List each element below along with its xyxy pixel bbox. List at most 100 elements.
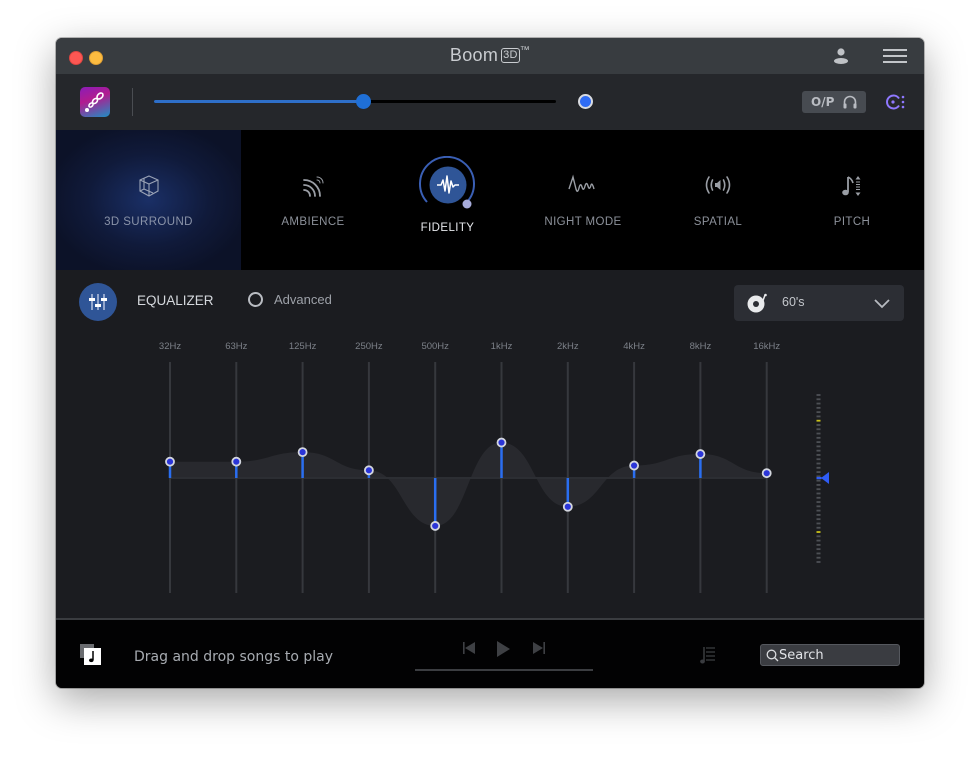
volume-slider-thumb[interactable] bbox=[356, 94, 372, 109]
preamp-meter-tick bbox=[816, 402, 821, 405]
eq-band-handle[interactable] bbox=[629, 460, 639, 471]
eq-response-curve bbox=[170, 442, 767, 526]
playback-progress-bar[interactable] bbox=[415, 669, 593, 671]
preamp-meter-tick bbox=[816, 449, 821, 452]
toolbar: O/P bbox=[56, 74, 924, 130]
effects-settings-icon[interactable] bbox=[884, 92, 906, 112]
preamp-meter-tick bbox=[816, 509, 821, 512]
volume-boost-toggle[interactable] bbox=[578, 94, 593, 109]
effect-label: 3D SURROUND bbox=[104, 216, 193, 228]
eq-band-handle[interactable] bbox=[165, 456, 175, 467]
output-label: O/P bbox=[811, 95, 835, 109]
preamp-meter-tick bbox=[816, 445, 821, 448]
preamp-meter-tick bbox=[816, 462, 821, 465]
effect-spatial[interactable]: SPATIAL bbox=[656, 130, 780, 270]
output-device-button[interactable]: O/P bbox=[802, 91, 866, 113]
boom-app-logo[interactable] bbox=[80, 87, 110, 117]
preamp-meter-tick bbox=[816, 543, 821, 546]
volume-slider[interactable] bbox=[154, 94, 556, 109]
preamp-meter-tick bbox=[816, 432, 821, 435]
album-art-music-icon bbox=[80, 644, 101, 665]
previous-track-icon[interactable] bbox=[461, 640, 477, 656]
preamp-meter-tick bbox=[816, 411, 821, 414]
preamp-meter-tick bbox=[816, 513, 821, 516]
eq-band-handle[interactable] bbox=[695, 449, 706, 459]
hamburger-menu-icon[interactable] bbox=[883, 49, 907, 64]
preamp-level bbox=[816, 477, 822, 480]
preamp-meter-tick bbox=[816, 518, 821, 521]
preamp-meter-tick bbox=[816, 501, 821, 503]
search-input[interactable] bbox=[779, 645, 897, 665]
eq-band-handle[interactable] bbox=[496, 437, 507, 448]
effect-ambience[interactable]: AMBIENCE bbox=[241, 130, 385, 270]
effect-pitch[interactable]: PITCH bbox=[780, 130, 924, 270]
preamp-handle[interactable] bbox=[821, 472, 829, 484]
preamp-meter-tick bbox=[816, 526, 821, 529]
preamp-meter-tick bbox=[816, 561, 821, 563]
preamp-meter-tick bbox=[816, 398, 821, 401]
preamp-meter-tick bbox=[816, 479, 821, 482]
effects-bar: 3D SURROUND AMBIENCE FIDELITY NIGHT MODE… bbox=[56, 130, 924, 270]
ambience-waves-icon bbox=[303, 176, 324, 197]
effect-label: SPATIAL bbox=[693, 216, 743, 228]
player-bar: Drag and drop songs to play bbox=[56, 618, 924, 688]
preamp-meter-tick bbox=[816, 556, 821, 559]
trademark: ™ bbox=[519, 45, 531, 56]
equalizer-panel: EQUALIZER Advanced 60's 32Hz 63Hz 125Hz 250… bbox=[56, 270, 924, 618]
preamp-meter-tick bbox=[816, 458, 821, 461]
drop-songs-text: Drag and drop songs to play bbox=[134, 649, 333, 665]
eq-band-handle[interactable] bbox=[761, 468, 772, 479]
effect-fidelity[interactable]: FIDELITY bbox=[385, 130, 510, 270]
preamp-meter-tick bbox=[816, 436, 821, 439]
playlist-icon[interactable] bbox=[698, 644, 720, 666]
effect-label: AMBIENCE bbox=[281, 216, 345, 228]
toolbar-divider bbox=[132, 88, 133, 116]
preamp-meter-tick bbox=[816, 419, 821, 422]
preamp-meter-tick bbox=[816, 471, 821, 473]
preamp-meter-tick bbox=[816, 406, 821, 409]
user-icon[interactable] bbox=[832, 47, 850, 65]
eq-band-handle[interactable] bbox=[430, 521, 441, 531]
next-track-icon[interactable] bbox=[531, 640, 547, 656]
preamp-meter-tick bbox=[816, 531, 821, 533]
preamp-meter-tick bbox=[816, 492, 821, 495]
preamp-meter-tick bbox=[816, 535, 821, 538]
eq-band-handle[interactable] bbox=[297, 447, 308, 458]
preamp-meter-tick bbox=[816, 484, 821, 486]
effect-label: FIDELITY bbox=[420, 222, 475, 234]
preamp-meter-tick bbox=[816, 454, 821, 456]
preamp-meter-tick bbox=[816, 428, 821, 431]
cube-icon bbox=[138, 175, 159, 197]
preamp-meter-tick bbox=[816, 394, 821, 396]
effect-3d-surround[interactable]: 3D SURROUND bbox=[56, 130, 241, 270]
effect-night-mode[interactable]: NIGHT MODE bbox=[510, 130, 656, 270]
effect-label: NIGHT MODE bbox=[544, 216, 622, 228]
night-mode-wave-icon bbox=[568, 174, 595, 192]
eq-band-handle[interactable] bbox=[231, 456, 242, 467]
preamp-meter-tick bbox=[816, 441, 821, 444]
headphones-icon bbox=[843, 95, 857, 109]
preamp-meter-tick bbox=[816, 552, 821, 555]
eq-band-handle[interactable] bbox=[363, 465, 374, 476]
effect-label: PITCH bbox=[833, 216, 871, 228]
app-title-3d-badge: 3D bbox=[501, 48, 520, 63]
pitch-note-icon bbox=[842, 176, 861, 196]
speaker-icon bbox=[705, 176, 731, 194]
app-title-text: Boom bbox=[449, 45, 499, 65]
preamp-meter-tick bbox=[816, 522, 821, 525]
preamp-meter-tick bbox=[816, 548, 821, 551]
title-bar: Boom 3D ™ bbox=[56, 38, 924, 74]
app-title: Boom 3D ™ bbox=[56, 45, 924, 66]
preamp-meter-tick bbox=[816, 505, 821, 508]
fidelity-knob[interactable] bbox=[417, 156, 479, 214]
eq-band-handle[interactable] bbox=[562, 501, 573, 512]
preamp-meter-tick bbox=[816, 496, 821, 499]
preamp-meter-tick bbox=[816, 466, 821, 469]
preamp-meter-tick bbox=[816, 424, 821, 426]
play-icon[interactable] bbox=[495, 640, 511, 658]
preamp-meter-tick bbox=[816, 539, 821, 542]
preamp-meter-tick bbox=[816, 475, 821, 478]
search-icon bbox=[766, 649, 779, 662]
search-box[interactable] bbox=[760, 644, 900, 666]
volume-slider-fill bbox=[154, 100, 364, 103]
